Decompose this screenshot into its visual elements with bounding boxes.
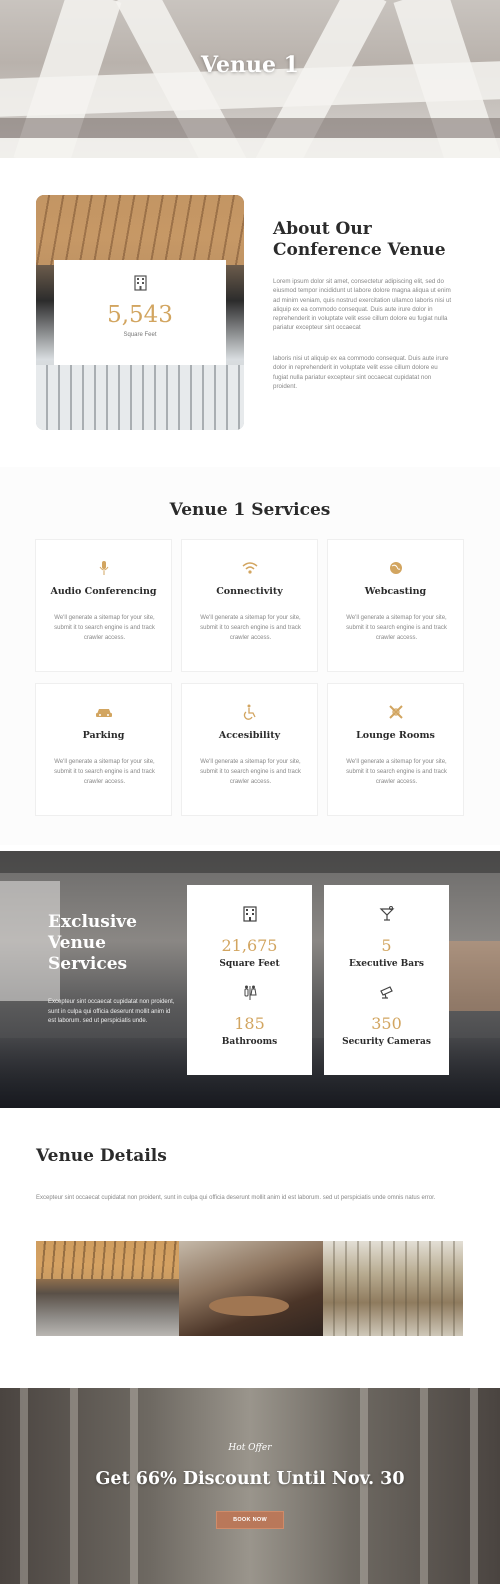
photo-floor	[36, 365, 244, 430]
service-description: We'll generate a sitemap for your site, …	[54, 759, 155, 785]
exclusive-title-line: Venue	[48, 933, 106, 953]
area-stat-label: Square Feet	[123, 332, 157, 338]
service-card: Audio Conferencing We'll generate a site…	[35, 539, 172, 672]
background-ceiling	[0, 851, 500, 873]
stat-value: 5	[381, 936, 392, 955]
details-title: Venue Details	[36, 1146, 167, 1166]
photo-ceiling	[36, 195, 244, 265]
car-icon	[94, 704, 114, 720]
building-icon	[134, 275, 147, 291]
building-icon	[243, 906, 257, 922]
camera-icon	[380, 986, 393, 999]
about-title-line: About Our	[273, 219, 372, 239]
service-name: Accesibility	[218, 730, 281, 741]
wheelchair-icon	[240, 704, 260, 720]
wifi-icon	[240, 560, 260, 576]
service-card: Webcasting We'll generate a sitemap for …	[327, 539, 464, 672]
service-name: Webcasting	[364, 586, 427, 597]
about-title-line: Conference Venue	[273, 240, 446, 260]
gallery-image-detail	[323, 1241, 463, 1336]
background-window	[440, 941, 500, 1011]
service-card: Lounge Rooms We'll generate a sitemap fo…	[327, 683, 464, 816]
area-stat-card: 5,543 Square Feet	[54, 260, 226, 365]
stat-label: Square Feet	[219, 959, 280, 969]
service-description: We'll generate a sitemap for your site, …	[54, 615, 155, 641]
stat-value: 21,675	[221, 936, 278, 955]
restroom-icon	[244, 985, 257, 1000]
exclusive-stat-card: 5 Executive Bars 350 Security Cameras	[324, 885, 449, 1075]
gallery-image[interactable]	[179, 1241, 323, 1336]
stat-label: Executive Bars	[349, 959, 424, 969]
service-card: Accesibility We'll generate a sitemap fo…	[181, 683, 318, 816]
gallery-image-detail	[209, 1296, 289, 1316]
microphone-icon	[94, 560, 114, 576]
stat-value: 185	[234, 1014, 265, 1033]
stat-value: 350	[371, 1014, 402, 1033]
exclusive-title: Exclusive Venue Services	[48, 912, 178, 975]
stat-label: Bathrooms	[221, 1037, 278, 1047]
offer-title: Get 66% Discount Until Nov. 30	[95, 1469, 405, 1489]
service-description: We'll generate a sitemap for your site, …	[200, 615, 301, 641]
details-paragraph: Excepteur sint occaecat cupidatat non pr…	[36, 1195, 436, 1201]
hero-beam	[0, 118, 500, 138]
stat-label: Security Cameras	[342, 1037, 431, 1047]
service-description: We'll generate a sitemap for your site, …	[346, 615, 447, 641]
about-paragraph: Lorem ipsum dolor sit amet, consectetur …	[273, 278, 452, 332]
area-stat-value: 5,543	[107, 302, 173, 328]
hero-banner: Venue 1	[0, 0, 500, 158]
about-paragraph: laboris nisi ut aliquip ex ea commodo co…	[273, 355, 449, 390]
service-card: Parking We'll generate a sitemap for you…	[35, 683, 172, 816]
service-description: We'll generate a sitemap for your site, …	[200, 759, 301, 785]
book-now-button[interactable]: BOOK NOW	[216, 1511, 284, 1529]
cocktail-icon	[379, 906, 395, 921]
exclusive-paragraph: Excepteur sint occaecat cupidatat non pr…	[48, 999, 175, 1024]
about-title: About Our Conference Venue	[273, 219, 473, 261]
gallery-image[interactable]	[36, 1241, 179, 1336]
service-description: We'll generate a sitemap for your site, …	[346, 759, 447, 785]
gallery-image[interactable]	[323, 1241, 463, 1336]
service-name: Parking	[82, 730, 125, 741]
lounge-icon	[386, 704, 406, 720]
exclusive-stat-card: 21,675 Square Feet 185 Bathrooms	[187, 885, 312, 1075]
exclusive-title-line: Services	[48, 954, 128, 974]
gallery-image-detail	[36, 1241, 179, 1279]
exclusive-title-line: Exclusive	[48, 912, 137, 932]
services-title: Venue 1 Services	[169, 500, 331, 520]
service-name: Connectivity	[216, 586, 283, 597]
service-card: Connectivity We'll generate a sitemap fo…	[181, 539, 318, 672]
offer-kicker: Hot Offer	[228, 1443, 272, 1453]
page-title: Venue 1	[200, 52, 299, 78]
globe-icon	[386, 560, 406, 576]
service-name: Lounge Rooms	[356, 730, 435, 741]
service-name: Audio Conferencing	[50, 586, 157, 597]
hero-beam	[0, 138, 500, 158]
